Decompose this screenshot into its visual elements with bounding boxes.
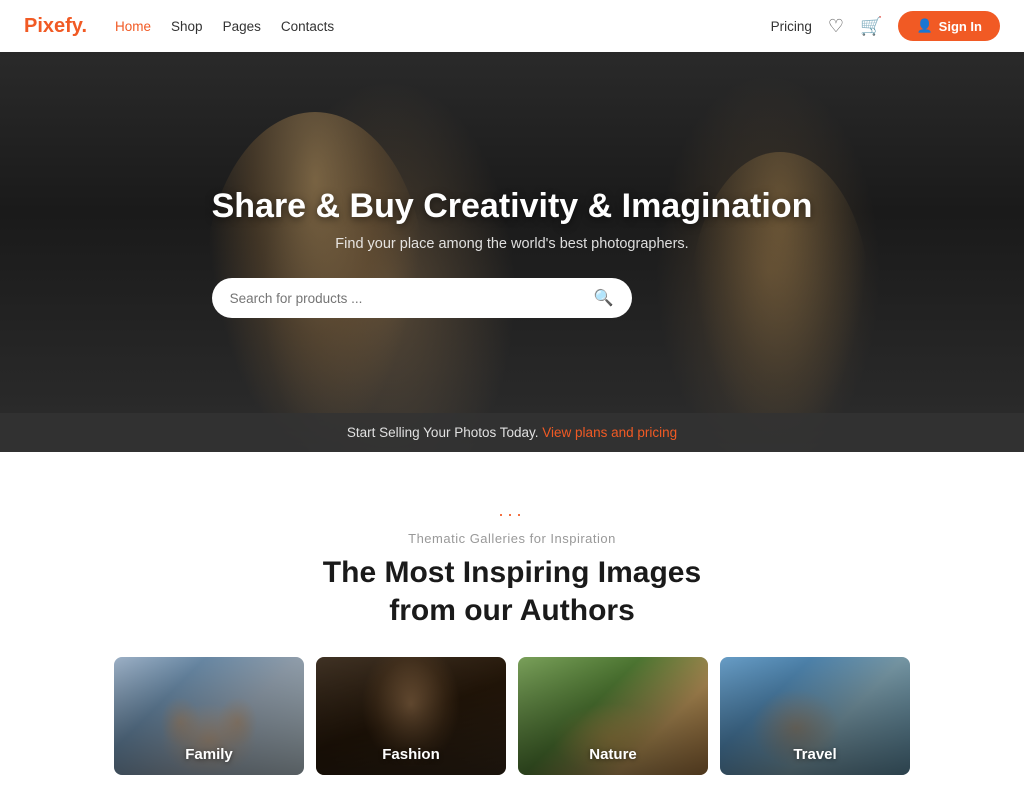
view-plans-link[interactable]: View plans and pricing bbox=[542, 425, 677, 440]
nav-pages[interactable]: Pages bbox=[223, 19, 261, 34]
gallery-card-fashion[interactable]: Fashion bbox=[316, 657, 506, 775]
wishlist-icon[interactable]: ♡ bbox=[828, 16, 844, 37]
card-travel-label: Travel bbox=[720, 746, 910, 763]
navbar-right: Pricing ♡ 🛒 👤 Sign In bbox=[771, 11, 1000, 41]
gallery-card-travel[interactable]: Travel bbox=[720, 657, 910, 775]
logo[interactable]: Pixefy. bbox=[24, 15, 87, 38]
gallery-card-nature[interactable]: Nature bbox=[518, 657, 708, 775]
hero-content: Share & Buy Creativity & Imagination Fin… bbox=[192, 186, 833, 319]
card-family-label: Family bbox=[114, 746, 304, 763]
nav-home[interactable]: Home bbox=[115, 19, 151, 34]
user-icon: 👤 bbox=[916, 18, 932, 34]
nav-shop[interactable]: Shop bbox=[171, 19, 203, 34]
decorative-dots: ... bbox=[20, 500, 1004, 521]
cart-icon[interactable]: 🛒 bbox=[860, 16, 882, 37]
hero-bottom-bar: Start Selling Your Photos Today. View pl… bbox=[0, 413, 1024, 452]
hero-subtitle: Find your place among the world's best p… bbox=[212, 236, 813, 252]
signin-button[interactable]: 👤 Sign In bbox=[898, 11, 1000, 41]
search-input[interactable] bbox=[230, 291, 594, 306]
main-nav: Home Shop Pages Contacts bbox=[115, 19, 334, 34]
search-bar: 🔍 bbox=[212, 278, 632, 318]
card-nature-label: Nature bbox=[518, 746, 708, 763]
galleries-subtitle: Thematic Galleries for Inspiration bbox=[20, 531, 1004, 546]
search-icon[interactable]: 🔍 bbox=[594, 288, 614, 308]
navbar: Pixefy. Home Shop Pages Contacts Pricing… bbox=[0, 0, 1024, 52]
gallery-cards-container: Family Fashion Nature Travel bbox=[20, 657, 1004, 775]
galleries-title: The Most Inspiring Images from our Autho… bbox=[20, 554, 1004, 629]
card-fashion-label: Fashion bbox=[316, 746, 506, 763]
pricing-link[interactable]: Pricing bbox=[771, 19, 812, 34]
hero-title: Share & Buy Creativity & Imagination bbox=[212, 186, 813, 227]
galleries-section: ... Thematic Galleries for Inspiration T… bbox=[0, 452, 1024, 795]
navbar-left: Pixefy. Home Shop Pages Contacts bbox=[24, 15, 334, 38]
gallery-card-family[interactable]: Family bbox=[114, 657, 304, 775]
nav-contacts[interactable]: Contacts bbox=[281, 19, 334, 34]
hero-section: Share & Buy Creativity & Imagination Fin… bbox=[0, 52, 1024, 452]
